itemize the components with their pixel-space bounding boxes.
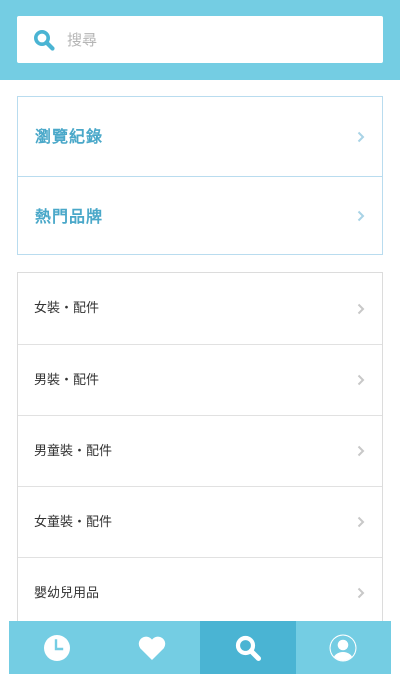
search-input[interactable] [67, 16, 367, 63]
tab-search[interactable] [200, 621, 296, 674]
quick-link-browsing-history[interactable]: 瀏覽紀錄 [18, 97, 382, 176]
heart-icon [139, 636, 166, 660]
category-label: 男童裝・配件 [34, 444, 113, 459]
category-label: 男裝・配件 [34, 373, 100, 388]
category-label: 嬰幼兒用品 [34, 586, 100, 601]
header [0, 0, 400, 80]
chevron-right-icon [357, 587, 365, 599]
chevron-right-icon [357, 303, 365, 314]
chevron-right-icon [357, 445, 365, 457]
search-icon [235, 635, 261, 661]
search-box[interactable] [17, 16, 383, 63]
bottom-tab-bar [9, 621, 391, 674]
category-baby-products[interactable]: 嬰幼兒用品 [18, 557, 382, 628]
category-boys-apparel[interactable]: 男童裝・配件 [18, 415, 382, 486]
category-womens-apparel[interactable]: 女裝・配件 [18, 273, 382, 344]
chevron-right-icon [357, 374, 365, 386]
quick-links-card: 瀏覽紀錄 熱門品牌 [17, 96, 383, 255]
chevron-right-icon [357, 210, 365, 222]
category-mens-apparel[interactable]: 男裝・配件 [18, 344, 382, 415]
quick-link-popular-brands[interactable]: 熱門品牌 [18, 176, 382, 255]
tab-account[interactable] [296, 621, 392, 674]
category-girls-apparel[interactable]: 女童裝・配件 [18, 486, 382, 557]
quick-link-label: 瀏覽紀錄 [35, 127, 104, 146]
category-list: 女裝・配件 男裝・配件 男童裝・配件 女童裝・配件 嬰幼兒用品 [17, 272, 383, 632]
quick-link-label: 熱門品牌 [35, 207, 104, 226]
chevron-right-icon [357, 516, 365, 528]
tab-favorites[interactable] [105, 621, 201, 674]
user-icon [329, 634, 357, 661]
chevron-right-icon [357, 131, 365, 142]
search-icon [34, 30, 55, 51]
category-label: 女裝・配件 [34, 301, 100, 316]
clock-icon [43, 634, 70, 661]
category-label: 女童裝・配件 [34, 515, 113, 530]
tab-history[interactable] [9, 621, 105, 674]
